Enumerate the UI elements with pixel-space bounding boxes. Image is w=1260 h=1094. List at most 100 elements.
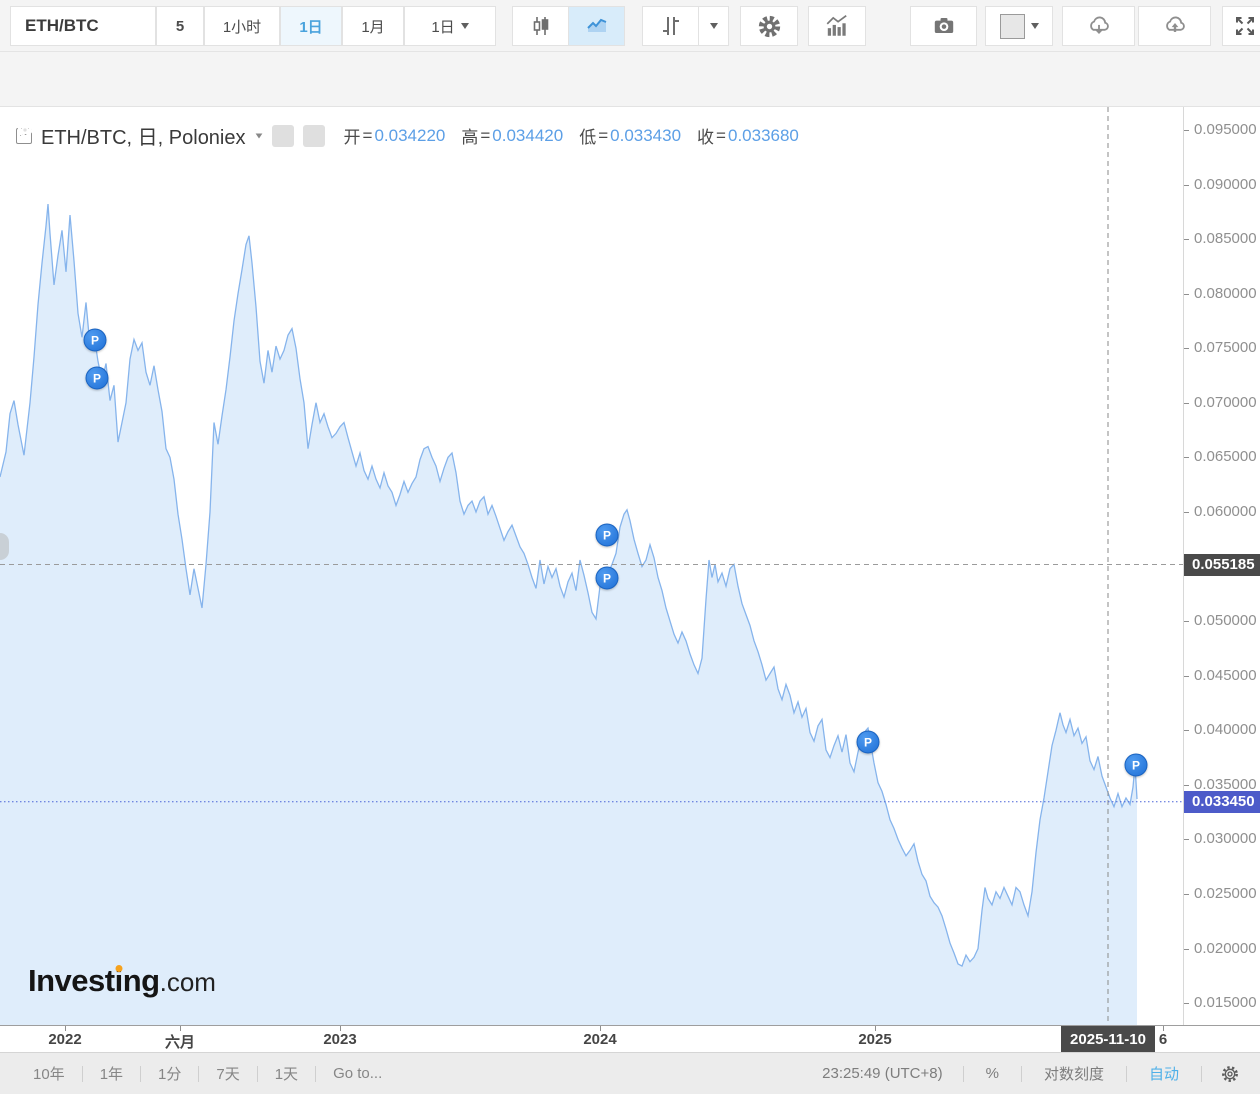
price-axis-tick xyxy=(1184,894,1189,895)
auto-scale-toggle[interactable]: 自动 xyxy=(1141,1063,1187,1084)
area-chart-icon xyxy=(586,18,606,32)
low-value: 0.033430 xyxy=(610,125,682,145)
price-axis-tick xyxy=(1184,675,1189,677)
time-axis[interactable]: 2022 六月 2023 2024 2025 6 2025-11-10 xyxy=(0,1025,1260,1052)
divider xyxy=(962,1065,964,1082)
interval-1h-button[interactable]: 1小时 xyxy=(204,6,280,46)
background-color-button[interactable] xyxy=(985,6,1053,46)
compare-button[interactable] xyxy=(642,6,699,46)
range-10y-button[interactable]: 10年 xyxy=(16,1061,82,1087)
price-tick-label: 0.080000 xyxy=(1194,284,1257,302)
cloud-download-icon xyxy=(1089,16,1109,35)
gear-icon xyxy=(17,122,33,138)
price-tick-label: 0.015000 xyxy=(1194,994,1257,1012)
scale-cluster: 23:25:49 (UTC+8) % 对数刻度 自动 xyxy=(816,1063,1244,1084)
range-1min-button[interactable]: 1分 xyxy=(141,1061,198,1087)
compare-icon xyxy=(662,17,679,35)
crosshair-price-label: 0.055185 xyxy=(1184,553,1260,576)
drawing-toolbar xyxy=(0,52,1260,151)
price-axis-tick xyxy=(1184,621,1189,623)
interval-dropdown-label: 1日 xyxy=(431,18,455,36)
position-marker[interactable]: P xyxy=(83,328,107,352)
last-price-label: 0.033450 xyxy=(1184,790,1260,813)
open-value: 0.034220 xyxy=(374,125,446,145)
go-to-date-button[interactable]: Go to... xyxy=(316,1061,399,1087)
chart-legend: ETH/BTC, 日, Poloniex 开 = 0.034220 高 = 0.0344… xyxy=(16,121,799,150)
position-marker[interactable]: P xyxy=(1124,753,1148,777)
chevron-down-icon xyxy=(460,23,469,29)
price-axis-tick xyxy=(1184,1003,1189,1005)
save-layout-button[interactable] xyxy=(1138,6,1211,46)
fullscreen-icon xyxy=(1235,17,1254,35)
divider xyxy=(1201,1065,1202,1082)
bottom-toolbar: 10年 1年 1分 7天 1天 Go to... 23:25:49 (UTC+8… xyxy=(0,1052,1260,1094)
candlestick-chart-button[interactable] xyxy=(512,6,569,46)
position-marker[interactable]: P xyxy=(595,523,619,547)
price-tick-label: 0.095000 xyxy=(1194,120,1257,138)
price-tick-label: 0.070000 xyxy=(1194,393,1257,411)
load-layout-button[interactable] xyxy=(1062,6,1135,46)
price-axis-tick xyxy=(1184,293,1189,295)
interval-5-button[interactable]: 5 xyxy=(156,6,204,46)
indicators-button[interactable] xyxy=(808,6,866,46)
price-tick-label: 0.060000 xyxy=(1194,502,1257,520)
price-tick-label: 0.090000 xyxy=(1194,175,1257,193)
axis-settings-button[interactable] xyxy=(1216,1064,1244,1084)
gear-icon xyxy=(758,15,780,37)
series-settings-button[interactable] xyxy=(17,122,325,147)
interval-custom-dropdown[interactable]: 1日 xyxy=(404,6,496,46)
high-label: 高 xyxy=(461,128,479,147)
close-value: 0.033680 xyxy=(727,125,799,145)
chart-settings-button[interactable] xyxy=(740,6,798,46)
brand-suffix: .com xyxy=(159,967,216,997)
position-marker[interactable]: P xyxy=(85,366,109,390)
trading-chart-app: ETH/BTC 5 1小时 1日 1月 1日 ETH/BTC, 日, Polon… xyxy=(0,0,1260,1094)
price-tick-label: 0.050000 xyxy=(1194,612,1257,630)
position-marker[interactable]: P xyxy=(856,730,880,754)
symbol-button[interactable]: ETH/BTC xyxy=(10,6,156,46)
percent-scale-toggle[interactable]: % xyxy=(978,1065,1007,1082)
log-scale-toggle[interactable]: 对数刻度 xyxy=(1036,1063,1112,1084)
price-axis-tick xyxy=(1184,402,1189,404)
area-chart-button[interactable] xyxy=(568,6,625,46)
cloud-upload-icon xyxy=(1165,16,1185,32)
price-axis-tick xyxy=(1184,239,1189,241)
legend-title: ETH/BTC, 日, Poloniex xyxy=(41,127,246,149)
price-axis[interactable]: 0.095000 0.090000 0.085000 0.080000 0.075000… xyxy=(1183,107,1260,1025)
range-1d-button[interactable]: 1天 xyxy=(258,1061,315,1087)
time-tick-label: 2023 xyxy=(323,1031,357,1048)
time-tick-label: 2022 xyxy=(48,1031,82,1048)
price-tick-label: 0.030000 xyxy=(1194,830,1257,848)
toggle-visibility-button[interactable] xyxy=(18,123,294,147)
range-7d-button[interactable]: 7天 xyxy=(199,1061,256,1087)
time-tick-label: 6 xyxy=(1158,1031,1168,1048)
position-marker[interactable]: P xyxy=(595,566,619,590)
price-tick-label: 0.075000 xyxy=(1194,339,1257,357)
price-axis-tick xyxy=(1184,511,1189,513)
brand-text: Investing xyxy=(28,963,160,998)
clock-readout: 23:25:49 (UTC+8) xyxy=(822,1065,943,1082)
interval-1d-button[interactable]: 1日 xyxy=(280,6,342,46)
fullscreen-button[interactable] xyxy=(1222,6,1260,46)
chart-pane[interactable]: ETH/BTC, 日, Poloniex 开 = 0.034220 高 = 0.0344… xyxy=(0,107,1183,1025)
top-toolbar: ETH/BTC 5 1小时 1日 1月 1日 xyxy=(0,0,1260,52)
range-cluster: 10年 1年 1分 7天 1天 Go to... xyxy=(16,1061,399,1087)
price-tick-label: 0.065000 xyxy=(1194,448,1257,466)
crosshair-date-label: 2025-11-10 xyxy=(1061,1026,1155,1052)
price-chart-svg xyxy=(0,107,1183,1025)
candlestick-icon xyxy=(533,17,548,35)
price-tick-label: 0.085000 xyxy=(1194,230,1257,248)
price-axis-tick xyxy=(1184,184,1189,186)
price-tick-label: 0.040000 xyxy=(1194,721,1257,739)
chevron-down-icon[interactable] xyxy=(255,132,262,139)
price-axis-tick xyxy=(1184,784,1189,786)
price-tick-label: 0.025000 xyxy=(1194,885,1257,902)
ohlc-readout: 开 = 0.034220 高 = 0.034420 低 = 0.033430 收 = 0.033… xyxy=(344,123,799,148)
interval-1m-button[interactable]: 1月 xyxy=(342,6,404,46)
compare-dropdown-button[interactable] xyxy=(698,6,729,46)
indicators-icon xyxy=(826,15,847,36)
divider xyxy=(1020,1065,1022,1082)
screenshot-button[interactable] xyxy=(910,6,977,46)
time-tick-label: 六月 xyxy=(164,1034,196,1051)
range-1y-button[interactable]: 1年 xyxy=(83,1061,140,1087)
